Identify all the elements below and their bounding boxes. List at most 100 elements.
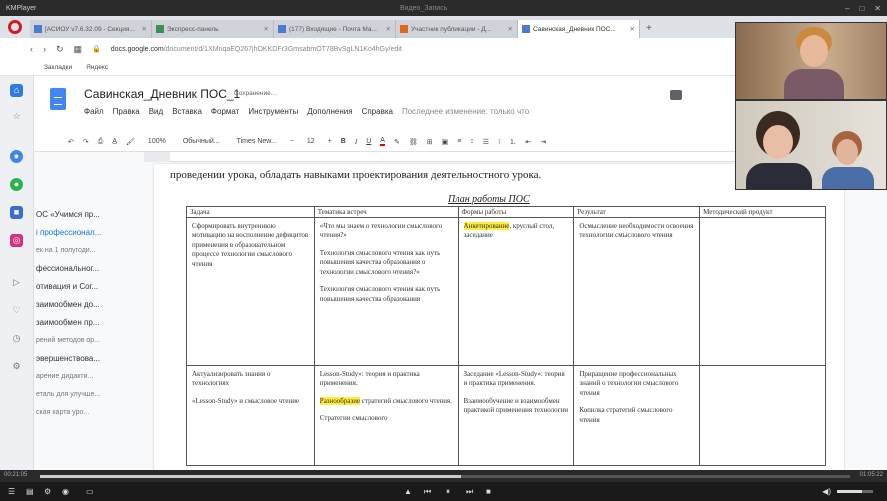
outline-item[interactable]: ОС «Учимся пр... [34, 206, 144, 224]
style-select[interactable]: Обычный... [179, 137, 224, 146]
outline-item[interactable]: эвершенствова... [34, 350, 144, 368]
font-size-increase-icon[interactable]: + [328, 138, 332, 145]
spellcheck-icon[interactable]: A̲ [112, 138, 117, 145]
last-edit-note[interactable]: Последнее изменение: только что [402, 107, 529, 116]
history-icon[interactable]: ◷ [10, 332, 23, 345]
outline-item[interactable]: рений методов ор... [34, 332, 144, 350]
browser-tab[interactable]: Экспресс-панель ✕ [152, 20, 274, 38]
browser-tab[interactable]: [АСИОУ v7.6.32.09 - Секция... ✕ [30, 20, 152, 38]
image-icon[interactable]: ▣ [442, 138, 449, 146]
subtitles-icon[interactable]: ▤ [26, 487, 34, 496]
new-tab-icon[interactable]: + [646, 23, 652, 34]
pause-icon[interactable]: ⏸ [446, 487, 450, 497]
whatsapp-icon[interactable]: ● [10, 178, 23, 191]
redo-icon[interactable]: ↷ [83, 138, 89, 146]
star-icon[interactable]: ☆ [10, 110, 23, 123]
document-page[interactable]: проведении урока, обладать навыками прое… [154, 164, 844, 470]
stop-icon[interactable]: ■ [486, 487, 491, 496]
outline-item[interactable]: арение дидакти... [34, 368, 144, 386]
messenger-icon[interactable]: ● [10, 150, 23, 163]
docs-logo-icon[interactable] [50, 88, 66, 110]
volume-slider[interactable] [837, 490, 873, 493]
font-size-field[interactable]: 12 [303, 137, 319, 146]
tab-close-icon[interactable]: ✕ [508, 25, 513, 33]
tab-close-icon[interactable]: ✕ [142, 25, 147, 33]
result-text: Копилка стратегий смыслового чтения [579, 406, 673, 424]
close-icon[interactable]: ✕ [874, 4, 881, 13]
settings-icon[interactable]: ⚙ [10, 360, 23, 373]
outline-item[interactable]: еталь для улучше... [34, 386, 144, 404]
italic-icon[interactable]: I [355, 138, 357, 146]
browser-tab[interactable]: (177) Входящие - Почта Ма... ✕ [274, 20, 396, 38]
indent-increase-icon[interactable]: ⇥ [540, 138, 546, 146]
menu-view[interactable]: Вид [149, 107, 163, 116]
play-icon[interactable]: ▷ [10, 276, 23, 289]
ruler[interactable] [144, 152, 834, 162]
menu-format[interactable]: Формат [211, 107, 239, 116]
bookmark-item[interactable]: Закладки [44, 64, 72, 71]
outline-item[interactable]: ская карта уро... [34, 404, 144, 422]
tab-close-icon[interactable]: ✕ [630, 25, 635, 33]
outline-item[interactable]: заимообмен до... [34, 296, 144, 314]
forward-icon[interactable]: › [43, 44, 46, 54]
menu-help[interactable]: Справка [362, 107, 393, 116]
speed-dial-sidebar-icon[interactable]: ⌂ [10, 84, 23, 97]
minimize-icon[interactable]: – [845, 4, 849, 13]
outline-item[interactable]: отивация и Сог... [34, 278, 144, 296]
instagram-icon[interactable]: ◎ [10, 234, 23, 247]
underline-icon[interactable]: U [366, 138, 371, 145]
browser-tab[interactable]: Участник публикации - Д... ✕ [396, 20, 518, 38]
zoom-select[interactable]: 100% [144, 137, 170, 146]
maximize-icon[interactable]: □ [859, 4, 864, 13]
browser-tab-active[interactable]: Савинская_Дневник ПОС... ✕ [518, 20, 640, 38]
volume-icon[interactable]: ◀) [822, 487, 831, 496]
reload-icon[interactable]: ↻ [56, 44, 64, 55]
opera-logo-icon[interactable] [8, 20, 22, 34]
table-cell: Сформировать внутреннюю мотивацию на вос… [186, 217, 315, 366]
outline-item-active[interactable]: і профессионал... [34, 224, 144, 242]
settings-icon[interactable]: ⚙ [44, 487, 51, 496]
menu-addons[interactable]: Дополнения [307, 107, 352, 116]
outline-item[interactable]: ек на 1 полугоди... [34, 242, 144, 260]
tab-close-icon[interactable]: ✕ [386, 25, 391, 33]
bold-icon[interactable]: B [341, 138, 346, 145]
bookmark-item[interactable]: Яндекс [86, 64, 108, 71]
heart-icon[interactable]: ♡ [10, 304, 23, 317]
speed-dial-icon[interactable]: ▦ [74, 44, 83, 55]
link-icon[interactable]: ⛓ [409, 138, 418, 146]
speed-icon[interactable]: ◉ [62, 487, 69, 496]
line-spacing-icon[interactable]: ↕ [470, 138, 474, 145]
tab-close-icon[interactable]: ✕ [264, 25, 269, 33]
url-field[interactable]: docs.google.com/document/d/1XMnqaEQ267jh… [111, 46, 402, 53]
numbered-list-icon[interactable]: ⒈ [509, 137, 516, 147]
doc-title[interactable]: Савинская_Дневник ПОС_1 [84, 87, 240, 101]
seek-bar[interactable] [40, 475, 850, 478]
outline-item[interactable]: заимообмен пр... [34, 314, 144, 332]
playlist-icon[interactable]: ☰ [8, 487, 15, 496]
outline-item[interactable]: фессиональног... [34, 260, 144, 278]
player-timeline[interactable]: 00:21:05 01:05:22 [0, 470, 887, 482]
checklist-icon[interactable]: ☰ [483, 138, 489, 146]
text-color-icon[interactable]: A [380, 137, 385, 146]
menu-file[interactable]: Файл [84, 107, 104, 116]
vk-icon[interactable]: ■ [10, 206, 23, 219]
font-size-decrease-icon[interactable]: − [290, 138, 294, 145]
capture-icon[interactable]: ▭ [86, 487, 94, 496]
menu-edit[interactable]: Правка [113, 107, 140, 116]
highlight-icon[interactable]: ✎ [394, 138, 400, 146]
back-icon[interactable]: ‹ [30, 44, 33, 54]
bulleted-list-icon[interactable]: ⁝ [498, 138, 500, 146]
menu-tools[interactable]: Инструменты [248, 107, 298, 116]
font-select[interactable]: Times New... [233, 137, 281, 146]
next-icon[interactable]: ⏭ [466, 487, 473, 497]
play-icon[interactable]: ▲ [404, 487, 412, 496]
comment-icon[interactable] [670, 90, 682, 100]
align-icon[interactable]: ≡ [457, 138, 461, 145]
print-icon[interactable]: ⎙ [98, 138, 104, 146]
menu-insert[interactable]: Вставка [172, 107, 202, 116]
prev-icon[interactable]: ⏮ [424, 487, 431, 497]
indent-decrease-icon[interactable]: ⇤ [525, 138, 531, 146]
paint-format-icon[interactable]: 🖌 [126, 138, 135, 146]
insert-comment-icon[interactable]: ⊞ [427, 138, 433, 146]
undo-icon[interactable]: ↶ [68, 138, 74, 146]
